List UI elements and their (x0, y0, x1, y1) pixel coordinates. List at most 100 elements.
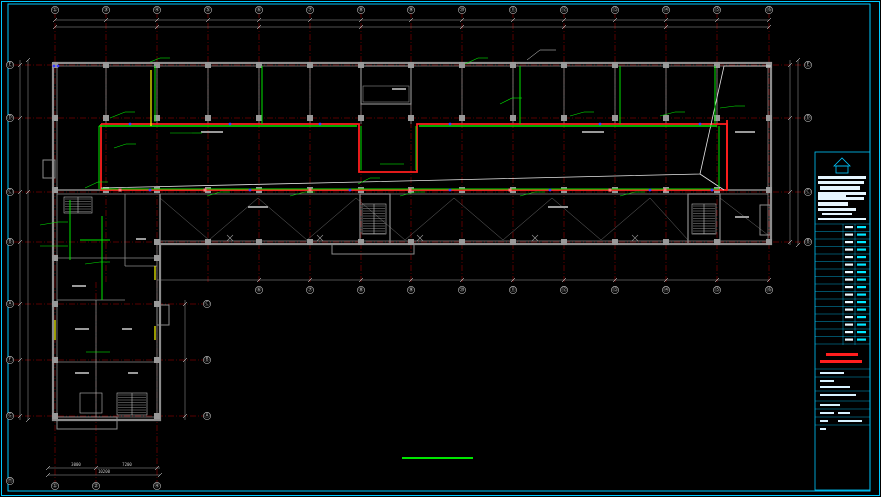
title-cell-text (857, 248, 866, 251)
alarm-device (118, 188, 122, 192)
column-icon (766, 239, 772, 245)
column-icon (766, 62, 772, 68)
callout-leader (84, 181, 99, 189)
title-cell-text (857, 226, 866, 229)
column-icon (766, 187, 772, 193)
title-cell-text (845, 286, 853, 289)
room-label (136, 238, 146, 240)
column-icon (154, 413, 160, 419)
column-icon (510, 115, 516, 121)
roof-diagonal (208, 197, 259, 241)
alarm-device (308, 188, 312, 192)
room-label (72, 285, 86, 287)
column-icon (561, 115, 567, 121)
axis-top-label: ⑩ (459, 7, 464, 14)
title-text-bar (846, 197, 864, 200)
title-block (814, 151, 871, 491)
roof-diagonal (453, 197, 504, 241)
column-icon (408, 239, 414, 245)
detector-device (52, 64, 56, 68)
callout-leader (109, 111, 126, 119)
axis-middle-label: ⑫ (561, 286, 567, 294)
column-icon (663, 62, 669, 68)
stamp-bar (826, 353, 858, 356)
roof-diagonal (404, 197, 455, 241)
column-icon (612, 62, 618, 68)
column-icon (408, 115, 414, 121)
column-icon (663, 239, 669, 245)
title-info-text (820, 420, 828, 422)
title-text-bar (818, 208, 856, 211)
title-cell-text (857, 241, 866, 244)
title-cell-text (857, 293, 866, 296)
title-cell-text (845, 241, 853, 244)
axis-left-label: Ⓐ (7, 300, 13, 308)
room-label (735, 131, 755, 133)
detector-device (348, 188, 352, 192)
detector-device (548, 188, 552, 192)
title-cell-text (845, 263, 853, 266)
column-icon (612, 115, 618, 121)
roof-diagonal (502, 197, 553, 241)
building-logo-icon (833, 157, 851, 174)
detector-device (56, 64, 60, 68)
detector-device (248, 188, 252, 192)
title-text-bar (818, 202, 848, 206)
stamp-bar (820, 360, 862, 363)
detector-device (698, 122, 702, 126)
alarm-device (663, 188, 667, 192)
axis-left-label: Ⓕ (7, 356, 13, 364)
alarm-device (508, 188, 512, 192)
axis-right-label: Ⓑ (805, 238, 811, 246)
column-icon (154, 357, 160, 363)
axis-left-label: Ⓖ (7, 412, 13, 420)
axis-top-label: ⑦ (307, 7, 312, 14)
callout-leader (569, 111, 585, 117)
title-text-bar (820, 186, 860, 190)
title-cell-text (857, 256, 866, 259)
column-icon (256, 62, 262, 68)
title-cell-text (845, 308, 853, 311)
title-cell-text (845, 323, 853, 326)
column-icon (612, 239, 618, 245)
column-icon (154, 239, 160, 245)
title-info-text (838, 412, 850, 414)
axis-top-label: ⑤ (205, 7, 210, 14)
title-info-text (820, 404, 840, 406)
title-text-bar (818, 181, 864, 184)
wing-entrance (56, 416, 118, 430)
dimension-text: 7200 (122, 462, 132, 467)
axis-middle-label: ⑮ (714, 286, 720, 294)
title-cell-text (857, 338, 866, 341)
detector-device (598, 122, 602, 126)
axis-top-label: ① (52, 7, 57, 14)
room-label (128, 372, 138, 374)
room-label (122, 328, 132, 330)
column-icon (510, 239, 516, 245)
column-icon (307, 62, 313, 68)
column-icon (52, 301, 58, 307)
axis-top-label: ⑫ (561, 6, 567, 14)
title-text-bar (822, 213, 852, 215)
column-icon (307, 239, 313, 245)
column-icon (205, 115, 211, 121)
title-cell-text (857, 271, 866, 274)
axis-middle-label: ⑭ (663, 286, 669, 294)
axis-top-label: ⑮ (714, 6, 720, 14)
column-icon (459, 62, 465, 68)
axis-left-label: Ⓔ (7, 61, 13, 69)
axis-wing-label: Ⓑ (204, 356, 210, 364)
roof-diagonal (159, 197, 210, 241)
dimension-text: 3000 (71, 462, 81, 467)
axis-middle-label: ⑪ (510, 286, 516, 294)
column-icon (766, 115, 772, 121)
title-cell-text (857, 331, 866, 334)
axis-top-label: ④ (154, 7, 159, 14)
axis-wing-label: Ⓐ (204, 412, 210, 420)
room-label (735, 216, 749, 218)
elevator (79, 392, 103, 414)
room-label (548, 206, 568, 208)
callout-leader (357, 177, 371, 185)
title-cell-text (845, 293, 853, 296)
room-label (75, 328, 89, 330)
